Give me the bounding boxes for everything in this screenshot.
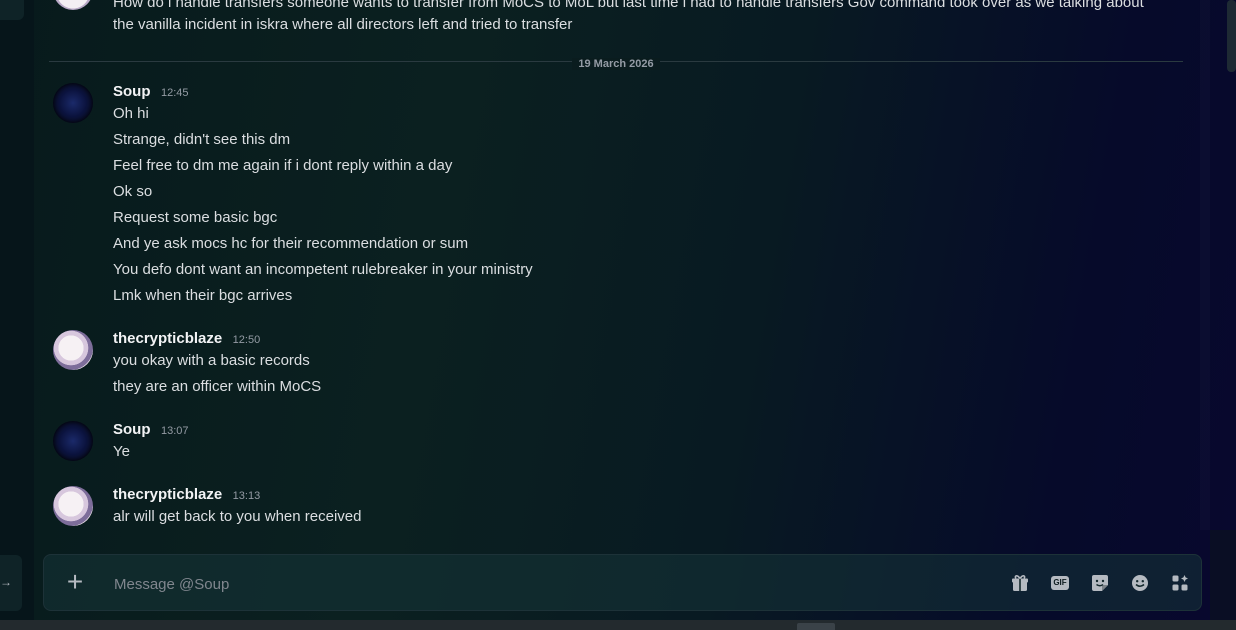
sidebar-user-panel-stub[interactable]: →: [0, 555, 22, 611]
message-group: Soup 13:07 Ye: [34, 421, 1210, 466]
timestamp[interactable]: 13:07: [161, 425, 189, 437]
date-divider: 19 March 2026: [49, 54, 1183, 70]
emoji-icon[interactable]: [1129, 572, 1151, 594]
arrow-icon: →: [0, 575, 12, 589]
thecrypticblaze-avatar[interactable]: [53, 486, 93, 526]
soup-avatar[interactable]: [53, 83, 93, 123]
author-name[interactable]: Soup: [113, 421, 151, 438]
taskbar-edge: [0, 620, 1236, 630]
message-header: Soup 12:45: [113, 83, 188, 101]
message-line: You defo dont want an incompetent rulebr…: [113, 261, 533, 278]
message-header: thecrypticblaze 12:50: [113, 330, 260, 348]
message-line: Lmk when their bgc arrives: [113, 287, 293, 304]
message-line: Ok so: [113, 183, 153, 200]
message-line: Strange, didn't see this dm: [113, 131, 291, 148]
thecrypticblaze-avatar[interactable]: [53, 330, 93, 370]
scrollbar-track[interactable]: [1200, 0, 1210, 530]
message-line: they are an officer within MoCS: [113, 378, 322, 395]
message-list: How do i handle transfers someone wants …: [34, 0, 1210, 545]
composer-tools: GIF: [991, 572, 1191, 594]
message-line: And ye ask mocs hc for their recommendat…: [113, 235, 469, 252]
message-composer: + GIF: [43, 554, 1202, 611]
timestamp[interactable]: 12:45: [161, 87, 189, 99]
message-header: Soup 13:07: [113, 421, 188, 439]
avatar[interactable]: [53, 0, 93, 10]
message-line: Oh hi: [113, 105, 149, 122]
sticker-icon[interactable]: [1089, 572, 1111, 594]
message-line: you okay with a basic records: [113, 352, 310, 369]
gif-label: GIF: [1051, 576, 1069, 590]
author-name[interactable]: Soup: [113, 83, 151, 100]
gif-icon[interactable]: GIF: [1049, 572, 1071, 594]
timestamp[interactable]: 12:50: [233, 334, 261, 346]
sidebar-item-stub[interactable]: [0, 0, 24, 20]
right-edge-panel: [1210, 530, 1236, 620]
message-header: thecrypticblaze 13:13: [113, 486, 260, 504]
soup-avatar[interactable]: [53, 421, 93, 461]
apps-icon[interactable]: [1169, 572, 1191, 594]
message-line: alr will get back to you when received: [113, 508, 362, 525]
gift-icon[interactable]: [1009, 572, 1031, 594]
message-line: Request some basic bgc: [113, 209, 278, 226]
taskbar-tab[interactable]: [797, 623, 835, 630]
message-text: How do i handle transfers someone wants …: [113, 0, 1144, 33]
timestamp[interactable]: 13:13: [233, 490, 261, 502]
message-line: Feel free to dm me again if i dont reply…: [113, 157, 453, 174]
message-group: thecrypticblaze 13:13 alr will get back …: [34, 486, 1210, 531]
message-group: Soup 12:45 Oh hi Strange, didn't see thi…: [34, 83, 1210, 313]
message-group: thecrypticblaze 12:50 you okay with a ba…: [34, 330, 1210, 400]
date-divider-label: 19 March 2026: [572, 58, 660, 70]
message-input[interactable]: [112, 573, 816, 595]
author-name[interactable]: thecrypticblaze: [113, 330, 222, 347]
plus-icon[interactable]: +: [62, 568, 88, 598]
scrollbar-thumb[interactable]: [1227, 0, 1236, 72]
left-sidebar-edge: →: [0, 0, 34, 630]
message-line: Ye: [113, 443, 130, 460]
author-name[interactable]: thecrypticblaze: [113, 486, 222, 503]
dm-chat-window: → How do i handle transfers someone want…: [0, 0, 1236, 630]
